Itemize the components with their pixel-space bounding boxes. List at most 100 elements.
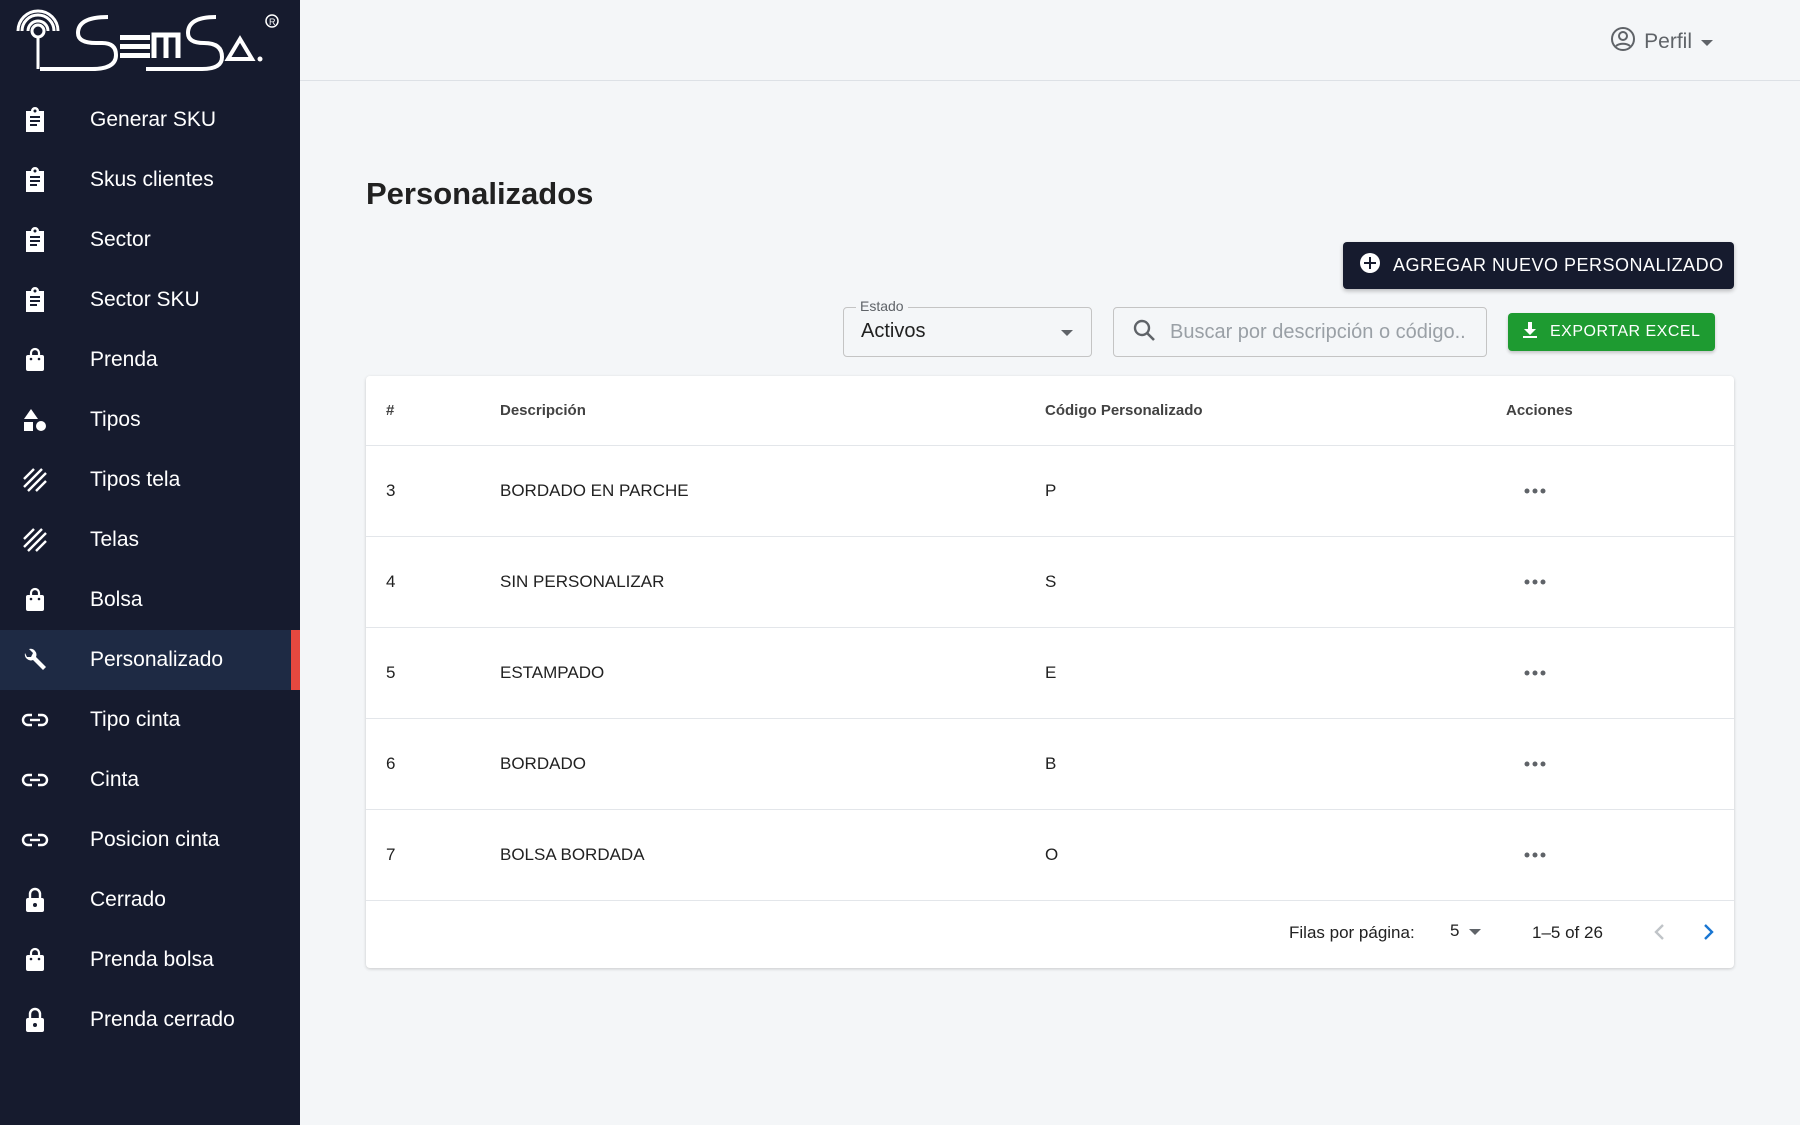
cell-num: 6	[386, 754, 396, 773]
table-header: # Descripción Código Personalizado Accio…	[366, 376, 1734, 446]
sidebar-item-skus-clientes[interactable]: Skus clientes	[0, 150, 300, 210]
download-icon	[1522, 321, 1538, 344]
table-row: 3 BORDADO EN PARCHE P	[366, 446, 1734, 537]
more-horizontal-icon	[1524, 488, 1546, 494]
sidebar-item-label: Prenda	[90, 348, 158, 371]
cell-codigo: P	[1045, 481, 1057, 500]
sidebar-item-label: Cerrado	[90, 888, 166, 911]
texture-icon	[20, 525, 50, 555]
next-page-button[interactable]	[1696, 919, 1722, 945]
sidebar-item-label: Tipos	[90, 408, 141, 431]
column-header-codigo[interactable]: Código Personalizado	[1045, 402, 1203, 419]
previous-page-button[interactable]	[1646, 919, 1672, 945]
more-horizontal-icon	[1524, 761, 1546, 767]
table-row: 4 SIN PERSONALIZAR S	[366, 537, 1734, 628]
more-actions-button[interactable]	[1517, 476, 1553, 506]
semsa-logo-icon: R	[16, 9, 279, 71]
clipboard-icon	[20, 105, 50, 135]
search-input[interactable]	[1170, 320, 1480, 344]
pagination-range: 1–5 of 26	[1532, 923, 1603, 942]
lock-icon	[20, 1005, 50, 1035]
sidebar-item-tipos[interactable]: Tipos	[0, 390, 300, 450]
estado-select[interactable]: Estado Activos	[843, 298, 1092, 357]
shopping-bag-icon	[20, 345, 50, 375]
column-header-descripcion[interactable]: Descripción	[500, 402, 586, 419]
estado-label: Estado	[856, 298, 908, 314]
sidebar-item-personalizado[interactable]: Personalizado	[0, 630, 300, 690]
sidebar-item-label: Telas	[90, 528, 140, 551]
sidebar-item-tipo-cinta[interactable]: Tipo cinta	[0, 690, 300, 750]
sidebar-item-tipos-tela[interactable]: Tipos tela	[0, 450, 300, 510]
sidebar-item-label: Cinta	[90, 768, 140, 791]
more-actions-button[interactable]	[1517, 840, 1553, 870]
sidebar-item-label: Prenda bolsa	[90, 948, 214, 971]
chevron-left-icon	[1654, 924, 1664, 940]
chevron-down-icon	[1700, 30, 1714, 54]
sidebar-item-posicion-cinta[interactable]: Posicion cinta	[0, 810, 300, 870]
sidebar-item-label: Personalizado	[90, 648, 224, 671]
export-excel-button[interactable]: EXPORTAR EXCEL	[1508, 313, 1715, 351]
more-horizontal-icon	[1524, 579, 1546, 585]
search-icon	[1132, 318, 1156, 347]
sidebar-item-label: Sector	[90, 228, 151, 251]
more-actions-button[interactable]	[1517, 749, 1553, 779]
sidebar-item-label: Bolsa	[90, 588, 143, 611]
column-header-acciones: Acciones	[1506, 402, 1573, 419]
sidebar-item-label: Generar SKU	[90, 108, 217, 131]
cell-num: 7	[386, 845, 396, 864]
cell-codigo: B	[1045, 754, 1057, 773]
cell-codigo: E	[1045, 663, 1057, 682]
cell-descripcion: BORDADO	[500, 754, 586, 773]
sidebar-item-prenda-bolsa[interactable]: Prenda bolsa	[0, 930, 300, 990]
sidebar-nav: Generar SKU Skus clientes Sector Sector …	[0, 90, 300, 1050]
dropdown-arrow-icon	[1061, 330, 1073, 336]
wrench-icon	[20, 645, 50, 675]
link-icon	[20, 765, 50, 795]
rows-per-page-select[interactable]: 5	[1450, 921, 1482, 941]
lock-icon	[20, 885, 50, 915]
sidebar-item-sector-sku[interactable]: Sector SKU	[0, 270, 300, 330]
sidebar-item-label: Skus clientes	[90, 168, 214, 191]
clipboard-icon	[20, 165, 50, 195]
sidebar-item-sector[interactable]: Sector	[0, 210, 300, 270]
category-shapes-icon	[20, 405, 50, 435]
add-personalizado-button[interactable]: AGREGAR NUEVO PERSONALIZADO	[1343, 242, 1734, 289]
profile-menu-button[interactable]: Perfil	[1610, 26, 1714, 58]
cell-descripcion: BORDADO EN PARCHE	[500, 481, 689, 500]
clipboard-icon	[20, 285, 50, 315]
sidebar: R Generar SKU Skus clientes Sector Secto…	[0, 0, 300, 1125]
cell-num: 4	[386, 572, 396, 591]
sidebar-item-label: Posicion cinta	[90, 828, 220, 851]
cell-descripcion: SIN PERSONALIZAR	[500, 572, 665, 591]
sidebar-item-prenda-cerrado[interactable]: Prenda cerrado	[0, 990, 300, 1050]
export-button-label: EXPORTAR EXCEL	[1550, 323, 1701, 340]
cell-codigo: S	[1045, 572, 1057, 591]
sidebar-item-cinta[interactable]: Cinta	[0, 750, 300, 810]
table-row: 5 ESTAMPADO E	[366, 628, 1734, 719]
sidebar-item-prenda[interactable]: Prenda	[0, 330, 300, 390]
sidebar-item-telas[interactable]: Telas	[0, 510, 300, 570]
more-actions-button[interactable]	[1517, 658, 1553, 688]
sidebar-item-label: Prenda cerrado	[90, 1008, 235, 1031]
more-horizontal-icon	[1524, 852, 1546, 858]
cell-codigo: O	[1045, 845, 1059, 864]
column-header-num[interactable]: #	[386, 402, 394, 419]
sidebar-item-generar-sku[interactable]: Generar SKU	[0, 90, 300, 150]
shopping-bag-icon	[20, 945, 50, 975]
rows-per-page-label: Filas por página:	[1289, 923, 1415, 942]
clipboard-icon	[20, 225, 50, 255]
search-field	[1113, 307, 1487, 357]
logo[interactable]: R	[0, 0, 300, 86]
more-actions-button[interactable]	[1517, 567, 1553, 597]
shopping-bag-icon	[20, 585, 50, 615]
table-pagination: Filas por página: 5 1–5 of 26	[366, 901, 1734, 965]
sidebar-item-label: Tipo cinta	[90, 708, 181, 731]
sidebar-item-label: Tipos tela	[90, 468, 181, 491]
link-icon	[20, 825, 50, 855]
cell-num: 3	[386, 481, 396, 500]
texture-icon	[20, 465, 50, 495]
sidebar-item-cerrado[interactable]: Cerrado	[0, 870, 300, 930]
sidebar-item-label: Sector SKU	[90, 288, 200, 311]
table-row: 6 BORDADO B	[366, 719, 1734, 810]
sidebar-item-bolsa[interactable]: Bolsa	[0, 570, 300, 630]
